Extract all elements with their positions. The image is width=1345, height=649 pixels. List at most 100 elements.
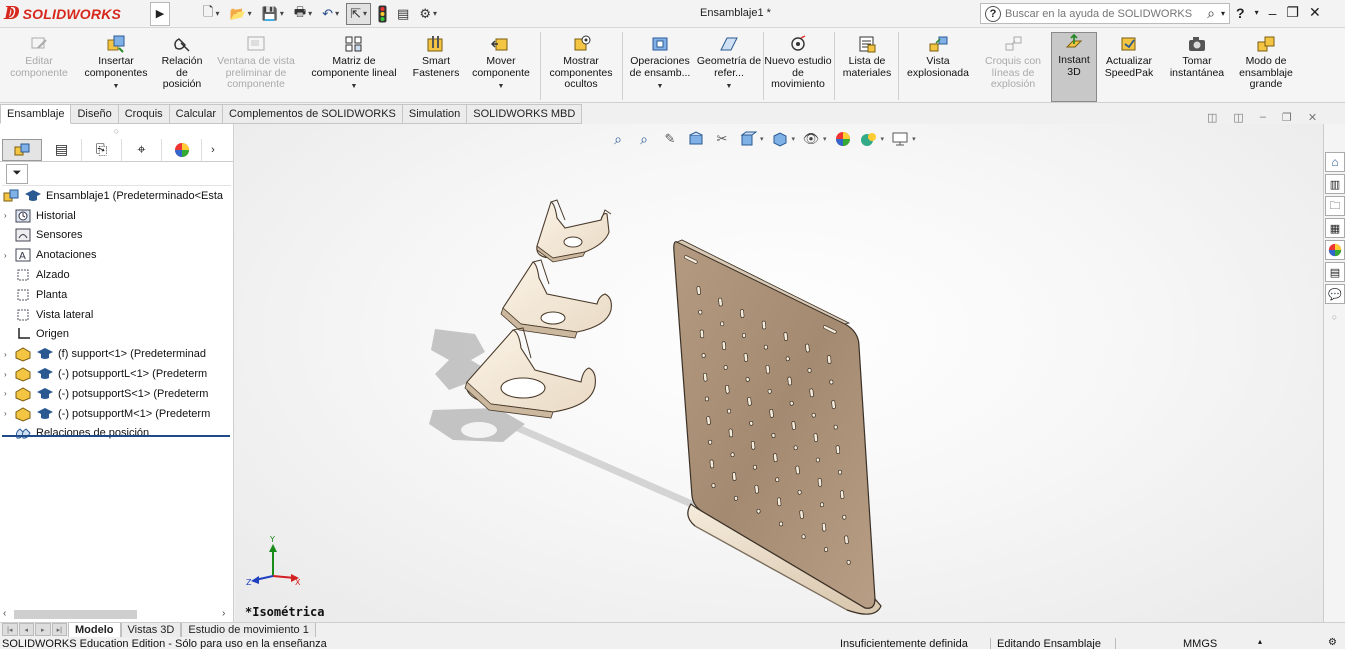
- property-manager-tab[interactable]: ▤: [42, 138, 82, 161]
- tree-item-vista-lateral[interactable]: Vista lateral: [0, 305, 233, 325]
- task-pane-appearances[interactable]: [1325, 240, 1345, 260]
- panel-grip[interactable]: ○: [0, 124, 233, 138]
- tree-item-potsupportm[interactable]: › (-) potsupportM<1> (Predeterm: [0, 404, 233, 424]
- tree-item-historial[interactable]: › Historial: [0, 206, 233, 226]
- task-pane-grip[interactable]: ○: [1324, 312, 1345, 322]
- next-tab-button[interactable]: ›: [202, 144, 224, 156]
- last-tab-icon[interactable]: ▸|: [51, 623, 67, 636]
- open-button[interactable]: 📂 ▾: [226, 3, 254, 25]
- prev-tab-icon[interactable]: ◂: [18, 623, 34, 636]
- assembly-features-button[interactable]: Operaciones de ensamb... ▼: [624, 34, 696, 100]
- tab-vistas-3d[interactable]: Vistas 3D: [120, 622, 182, 638]
- large-assembly-mode-button[interactable]: Modo de ensamblaje grande: [1234, 34, 1298, 100]
- expand-arrow-icon[interactable]: ›: [4, 389, 14, 398]
- display-manager-tab[interactable]: [162, 138, 202, 161]
- help-search-box[interactable]: ? ⌕ ▾: [980, 3, 1230, 24]
- tab-diseno[interactable]: Diseño: [71, 104, 119, 124]
- insert-components-button[interactable]: Insertar componentes ▼: [76, 34, 156, 100]
- edit-component-button[interactable]: Editar componente: [4, 34, 74, 100]
- expand-arrow-icon[interactable]: ›: [4, 211, 14, 220]
- task-pane-view-palette[interactable]: ▦: [1325, 218, 1345, 238]
- linear-pattern-button[interactable]: Matriz de componente lineal ▼: [304, 34, 404, 100]
- filter-button[interactable]: ⏷: [6, 163, 28, 184]
- help-question-icon[interactable]: ?: [985, 5, 1001, 22]
- tile-left-icon[interactable]: ◫: [1207, 111, 1217, 124]
- reference-geometry-button[interactable]: Geometría de refer... ▼: [696, 34, 762, 100]
- file-properties-button[interactable]: ▤: [394, 3, 412, 25]
- help-menu-icon[interactable]: ?: [1236, 5, 1245, 21]
- chevron-right-icon[interactable]: ›: [222, 608, 225, 619]
- tree-item-potsupportl[interactable]: › (-) potsupportL<1> (Predeterm: [0, 364, 233, 384]
- chevron-down-icon[interactable]: ▾: [1255, 8, 1259, 17]
- tab-modelo[interactable]: Modelo: [68, 622, 121, 638]
- menu-flyout-button[interactable]: ▶: [150, 1, 170, 26]
- tree-item-alzado[interactable]: Alzado: [0, 265, 233, 285]
- feature-manager-tab[interactable]: [2, 138, 42, 161]
- exploded-view-button[interactable]: Vista explosionada: [900, 34, 976, 100]
- graphics-area[interactable]: ⌕ ⌕ ✎ ✂ ▾ ▾ 👁 ▾ ▾ ▾ Y X Z *Isométrica: [235, 124, 1323, 622]
- pot-support-large[interactable]: [464, 327, 596, 419]
- pot-support-small[interactable]: [536, 199, 612, 263]
- expand-arrow-icon[interactable]: ›: [4, 350, 14, 359]
- close-icon[interactable]: ✕: [1309, 4, 1321, 21]
- chevron-down-icon[interactable]: ▼: [726, 81, 733, 93]
- tree-item-relaciones[interactable]: Relaciones de posición: [0, 424, 233, 444]
- chevron-up-icon[interactable]: ▴: [1258, 637, 1262, 646]
- select-button[interactable]: ⇱ ▾: [346, 2, 372, 25]
- tab-simulation[interactable]: Simulation: [402, 104, 468, 124]
- task-pane-home[interactable]: ⌂: [1325, 152, 1345, 172]
- print-button[interactable]: 🖶 ▾: [291, 3, 315, 25]
- tab-ensamblaje[interactable]: Ensamblaje: [0, 104, 72, 124]
- tab-mbd[interactable]: SOLIDWORKS MBD: [467, 104, 583, 124]
- solidworks-logo[interactable]: ↁ SOLIDWORKS: [0, 0, 150, 28]
- expand-arrow-icon[interactable]: ›: [4, 409, 14, 418]
- chevron-down-icon[interactable]: ▾: [1221, 9, 1225, 18]
- task-pane-forum[interactable]: 💬: [1325, 284, 1345, 304]
- bill-of-materials-button[interactable]: Lista de materiales: [836, 34, 898, 100]
- tree-item-origen[interactable]: Origen: [0, 325, 233, 345]
- move-component-button[interactable]: Mover componente ▼: [466, 34, 536, 100]
- save-button[interactable]: 💾 ▾: [259, 3, 287, 25]
- tab-complementos[interactable]: Complementos de SOLIDWORKS: [223, 104, 403, 124]
- minimize-icon[interactable]: –: [1260, 111, 1266, 124]
- undo-button[interactable]: ↶ ▾: [319, 3, 342, 25]
- chevron-down-icon[interactable]: ▼: [113, 81, 120, 93]
- task-pane-custom-properties[interactable]: ▤: [1325, 262, 1345, 282]
- status-units[interactable]: MMGS: [1183, 638, 1217, 649]
- tab-calcular[interactable]: Calcular: [169, 104, 223, 124]
- tile-right-icon[interactable]: ◫: [1233, 111, 1243, 124]
- tree-item-support[interactable]: › (f) support<1> (Predeterminad: [0, 344, 233, 364]
- first-tab-icon[interactable]: |◂: [2, 623, 18, 636]
- preview-window-button[interactable]: Ventana de vista preliminar de component…: [208, 34, 304, 100]
- rebuild-button[interactable]: [375, 3, 390, 25]
- tab-croquis[interactable]: Croquis: [118, 104, 170, 124]
- close-icon[interactable]: ✕: [1308, 111, 1317, 124]
- chevron-down-icon[interactable]: ▼: [657, 81, 664, 93]
- expand-arrow-icon[interactable]: ›: [4, 370, 14, 379]
- customize-icon[interactable]: ⚙: [1328, 637, 1337, 648]
- explode-line-sketch-button[interactable]: Croquis con líneas de explosión: [976, 34, 1050, 100]
- tab-estudio-movimiento[interactable]: Estudio de movimiento 1: [181, 622, 316, 638]
- new-document-button[interactable]: 🗋 ▾: [200, 3, 222, 25]
- restore-icon[interactable]: ❐: [1286, 4, 1299, 21]
- mate-button[interactable]: Relación de posición: [156, 34, 208, 100]
- restore-icon[interactable]: ❐: [1282, 111, 1292, 124]
- task-pane-design-library[interactable]: ▥: [1325, 174, 1345, 194]
- task-pane-file-explorer[interactable]: 🗀: [1325, 196, 1345, 216]
- tree-horizontal-scrollbar[interactable]: ‹ ›: [0, 607, 233, 621]
- tree-item-sensores[interactable]: Sensores: [0, 226, 233, 246]
- new-motion-study-button[interactable]: Nuevo estudio de movimiento: [764, 34, 832, 100]
- tree-item-potsupports[interactable]: › (-) potsupportS<1> (Predeterm: [0, 384, 233, 404]
- chevron-left-icon[interactable]: ‹: [3, 608, 6, 619]
- take-snapshot-button[interactable]: Tomar instantánea: [1162, 34, 1232, 100]
- smart-fasteners-button[interactable]: Smart Fasteners: [406, 34, 466, 100]
- tree-item-planta[interactable]: Planta: [0, 285, 233, 305]
- chevron-down-icon[interactable]: ▼: [351, 81, 358, 93]
- tree-item-anotaciones[interactable]: › A Anotaciones: [0, 245, 233, 265]
- assembly-model[interactable]: Y X Z: [235, 124, 1323, 622]
- options-button[interactable]: ⚙ ▾: [416, 3, 440, 25]
- minimize-icon[interactable]: –: [1269, 5, 1277, 21]
- update-speedpak-button[interactable]: Actualizar SpeedPak: [1099, 34, 1159, 100]
- search-icon[interactable]: ⌕: [1207, 5, 1215, 22]
- pot-support-medium[interactable]: [500, 259, 612, 339]
